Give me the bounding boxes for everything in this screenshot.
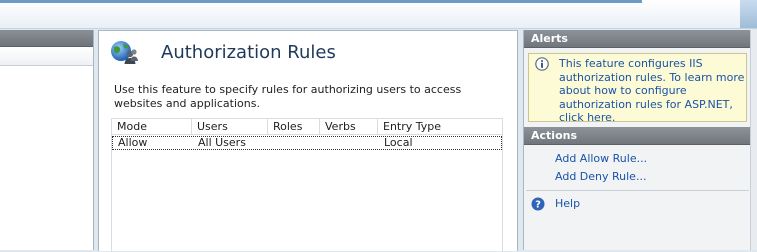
connections-pane-header [0, 30, 93, 47]
alert-box: This feature configures IIS authorizatio… [528, 53, 747, 125]
help-link[interactable]: ? Help [524, 195, 751, 213]
add-allow-rule-link[interactable]: Add Allow Rule... [524, 150, 751, 168]
column-header-mode[interactable]: Mode [112, 119, 192, 134]
rules-table: Mode Users Roles Verbs Entry Type Allow … [111, 118, 503, 252]
connections-pane [0, 30, 94, 250]
window-top-bar [0, 0, 757, 29]
actions-divider [526, 190, 749, 191]
column-header-roles[interactable]: Roles [268, 119, 320, 134]
add-deny-rule-link[interactable]: Add Deny Rule... [524, 168, 751, 186]
cell-users: All Users [198, 136, 246, 149]
feature-pane: Authorization Rules Use this feature to … [98, 30, 518, 252]
window-scrollbar[interactable] [750, 30, 757, 250]
svg-text:?: ? [535, 200, 541, 211]
connections-pane-toolbar [0, 47, 93, 66]
actions-list: Add Allow Rule... Add Deny Rule... ? Hel… [524, 145, 751, 213]
top-accent-line [0, 0, 642, 3]
cell-verbs [321, 137, 379, 149]
page-description: Use this feature to specify rules for au… [114, 83, 462, 110]
column-header-entry-type[interactable]: Entry Type [378, 119, 502, 134]
info-icon [535, 57, 549, 71]
column-header-verbs[interactable]: Verbs [320, 119, 378, 134]
table-row[interactable]: Allow All Users Local [112, 136, 502, 150]
page-title: Authorization Rules [161, 42, 336, 63]
top-right-edge [740, 0, 757, 28]
actions-header: Actions [524, 127, 751, 145]
help-icon: ? [531, 197, 545, 211]
alerts-header: Alerts [524, 30, 751, 48]
cell-mode: Allow [118, 136, 148, 149]
column-header-users[interactable]: Users [192, 119, 268, 134]
cell-roles [269, 137, 321, 149]
help-label: Help [555, 197, 581, 210]
table-header: Mode Users Roles Verbs Entry Type [112, 119, 502, 135]
cell-entry-type: Local [384, 136, 413, 149]
alert-link-text[interactable]: This feature configures IIS authorizatio… [559, 57, 747, 125]
globe-with-users-icon [111, 41, 138, 64]
actions-pane: Alerts This feature configures IIS autho… [523, 30, 751, 250]
